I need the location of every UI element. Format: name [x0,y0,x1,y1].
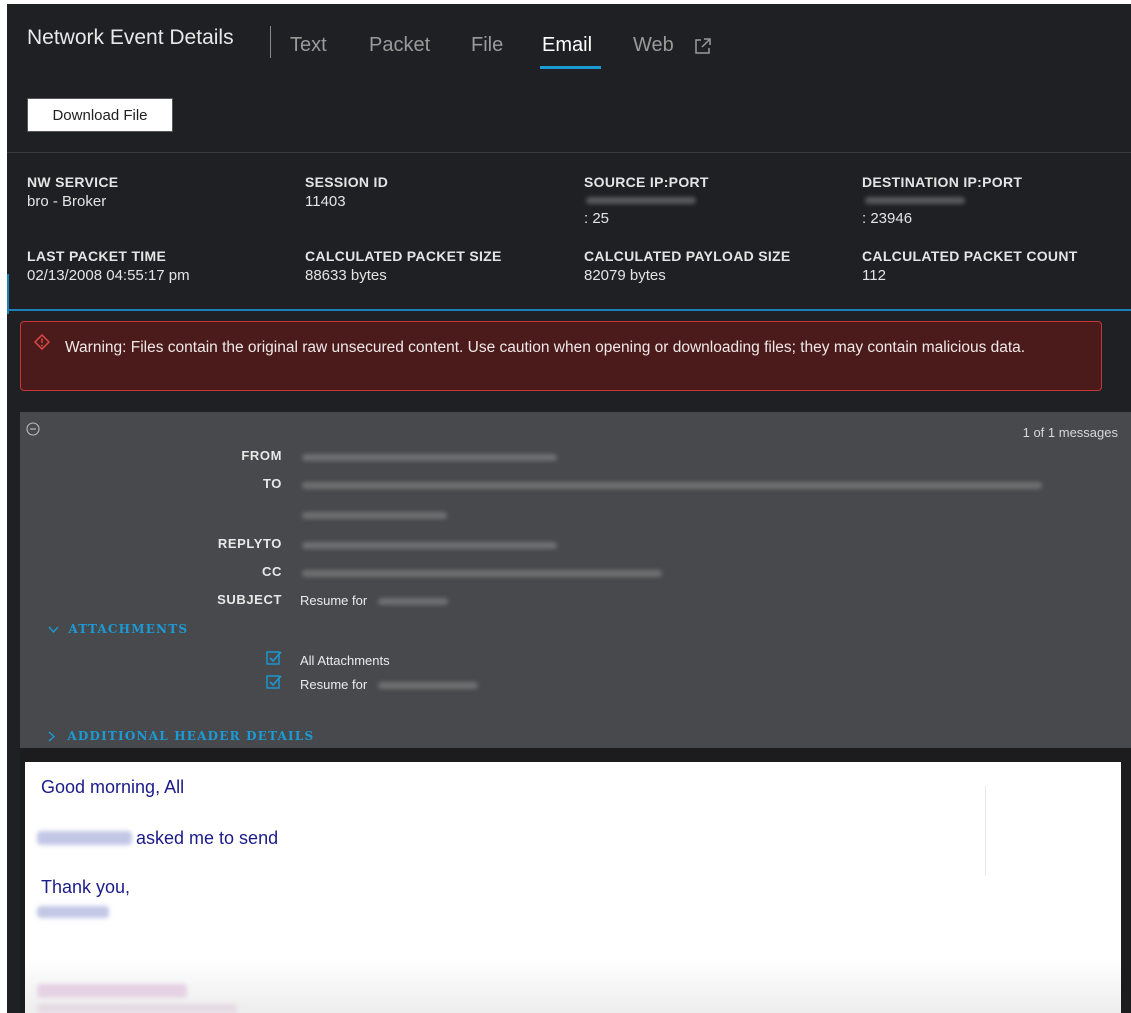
redacted-source-ip [586,197,696,204]
body-closing: Thank you, [41,877,131,897]
redacted-from [302,454,557,461]
chevron-right-icon [48,729,67,743]
session-id-label: SESSION ID [305,174,389,190]
active-tab-indicator [540,66,601,69]
network-event-details-panel: Network Event Details Text Packet File E… [7,4,1131,1013]
nw-service-value: bro - Broker [27,193,107,210]
destination-ip-port-label: DESTINATION IP:PORT [862,174,1023,190]
redacted-attachment-name [378,682,478,689]
cc-label: CC [262,564,282,579]
calculated-payload-size-value: 82079 bytes [584,267,666,284]
redacted-to [302,482,1042,489]
all-attachments-checkbox[interactable] [266,650,282,666]
body-line-2: asked me to send [136,828,279,848]
resume-attachment-checkbox[interactable] [266,674,282,690]
chevron-down-icon [48,622,68,636]
to-label: TO [262,476,282,491]
attachments-toggle[interactable]: ATTACHMENTS [48,622,188,636]
session-id-value: 11403 [305,193,346,210]
email-body: Good morning, All asked me to send Thank… [25,762,1121,1013]
source-ip-port-label: SOURCE IP:PORT [584,174,709,190]
subject-label: SUBJECT [217,592,282,607]
tab-email[interactable]: Email [542,34,592,57]
redacted-to-cont [302,512,447,519]
body-fade [25,958,1121,1013]
calculated-packet-count-label: CALCULATED PACKET COUNT [862,248,1078,264]
calculated-packet-count-value: 112 [862,267,886,284]
message-count: 1 of 1 messages [1022,425,1118,440]
redacted-cc [302,570,662,577]
redacted-destination-ip [865,197,965,204]
nw-service-label: NW SERVICE [27,174,119,190]
body-greeting: Good morning, All [41,777,185,797]
last-packet-time-label: LAST PACKET TIME [27,248,167,264]
external-link-icon[interactable] [694,37,712,60]
redacted-replyto [302,542,557,549]
warning-banner: Warning: Files contain the original raw … [20,321,1102,391]
title-divider [270,26,271,58]
subject-value: Resume for [300,593,368,608]
email-body-frame: Good morning, All asked me to send Thank… [20,748,1131,1013]
section-divider [7,309,1131,311]
header-divider [7,152,1131,153]
redacted-subject [378,598,448,605]
calculated-packet-size-value: 88633 bytes [305,267,387,284]
tab-file[interactable]: File [471,34,503,57]
attachments-label: ATTACHMENTS [68,622,189,636]
body-divider [985,786,986,876]
source-ip-port-value: : 25 [584,210,610,227]
additional-header-details-toggle[interactable]: ADDITIONAL HEADER DETAILS [48,729,314,743]
tab-packet[interactable]: Packet [369,34,430,57]
redacted-body-name [37,831,132,845]
redacted-signature-name [37,906,109,918]
destination-ip-port-value: : 23946 [862,210,913,227]
tab-web[interactable]: Web [633,34,674,57]
email-message-panel: 1 of 1 messages FROM TO REPLYTO CC SUBJE… [20,412,1131,1013]
download-file-button[interactable]: Download File [27,98,173,132]
collapse-minus-icon[interactable] [26,422,40,441]
warning-message: Warning: Files contain the original raw … [65,339,1026,356]
replyto-label: REPLYTO [217,536,282,551]
page-title: Network Event Details [27,26,234,49]
warning-diamond-icon [33,333,51,355]
last-packet-time-value: 02/13/2008 04:55:17 pm [27,267,190,284]
calculated-payload-size-label: CALCULATED PAYLOAD SIZE [584,248,791,264]
all-attachments-label: All Attachments [300,653,390,668]
additional-header-details-label: ADDITIONAL HEADER DETAILS [67,729,315,743]
resize-handle[interactable] [7,274,9,314]
tab-text[interactable]: Text [290,34,327,57]
resume-attachment-label[interactable]: Resume for [300,677,367,692]
from-label: FROM [241,448,282,463]
calculated-packet-size-label: CALCULATED PACKET SIZE [305,248,502,264]
